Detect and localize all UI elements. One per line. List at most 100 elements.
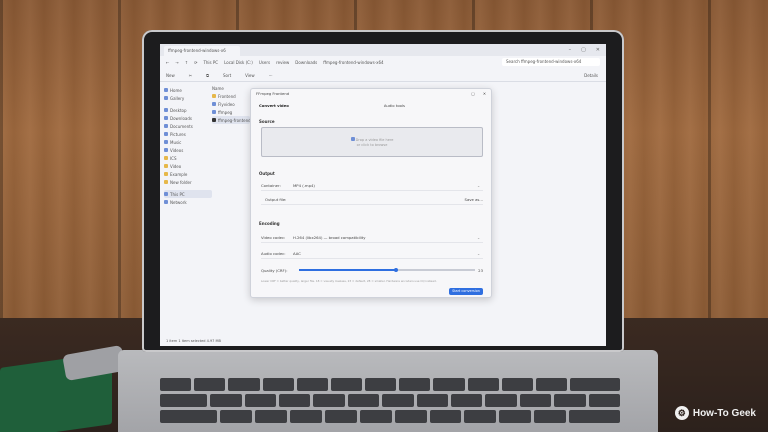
sidebar-item[interactable]: Network xyxy=(164,198,212,206)
refresh-icon[interactable]: ⟳ xyxy=(194,60,197,65)
quality-value: 23 xyxy=(478,267,483,273)
sidebar-item-label: Video xyxy=(170,163,182,169)
minimize-icon[interactable]: – xyxy=(569,47,572,53)
sidebar-item-label: This PC xyxy=(170,191,185,197)
sidebar-item[interactable]: Music xyxy=(164,138,212,146)
folder-icon xyxy=(164,164,168,168)
pictures-icon xyxy=(164,132,168,136)
ffmpeg-dialog: FFmpeg Frontend ▢ ✕ Convert video Audio … xyxy=(250,88,492,298)
navigation-pane: Home Gallery Desktop Downloads Documents Pict… xyxy=(164,86,212,206)
container-select[interactable]: Container: MP4 (.mp4) ⌄ xyxy=(261,181,483,191)
forward-icon[interactable]: → xyxy=(175,60,178,65)
tab-audio-tools[interactable]: Audio tools xyxy=(384,103,405,108)
folder-icon xyxy=(212,94,216,98)
up-icon[interactable]: ↑ xyxy=(185,60,188,65)
breadcrumb-item[interactable]: Local Disk (C:) xyxy=(224,60,253,65)
sidebar-item[interactable]: Video xyxy=(164,162,212,170)
howtogeek-logo-icon: ⚙ xyxy=(674,406,689,420)
list-item[interactable]: ffmpeg xyxy=(212,108,250,116)
sidebar-item[interactable]: ICS xyxy=(164,154,212,162)
sidebar-item[interactable]: This PC xyxy=(164,190,212,198)
video-codec-label: Video codec: xyxy=(261,235,286,240)
quality-label: Quality (CRF): xyxy=(261,267,288,273)
sidebar-item-label: Home xyxy=(170,87,182,93)
file-icon xyxy=(212,110,216,114)
document-icon xyxy=(164,124,168,128)
container-label: Container: xyxy=(261,183,281,188)
computer-icon xyxy=(164,192,168,196)
tab-convert-video[interactable]: Convert video xyxy=(259,103,289,108)
quality-row: Quality (CRF): 23 xyxy=(261,265,483,275)
close-icon[interactable]: ✕ xyxy=(596,47,600,53)
close-icon[interactable]: ✕ xyxy=(483,91,486,96)
breadcrumb-item[interactable]: Users xyxy=(259,60,270,65)
explorer-search-input[interactable]: Search ffmpeg-frontend-windows-x64 xyxy=(502,58,600,66)
start-conversion-button[interactable]: Start conversion xyxy=(449,288,483,295)
network-icon xyxy=(164,200,168,204)
maximize-icon[interactable]: ▢ xyxy=(581,47,586,53)
sidebar-item-label: ICS xyxy=(170,155,177,161)
folder-icon xyxy=(164,156,168,160)
chevron-down-icon: ⌄ xyxy=(477,235,481,240)
video-codec-select[interactable]: Video codec: H.264 (libx264) — broad com… xyxy=(261,233,483,243)
sidebar-item[interactable]: Desktop xyxy=(164,106,212,114)
folder-icon xyxy=(164,180,168,184)
sidebar-item-label: Network xyxy=(170,199,187,205)
laptop-screen: ffmpeg-frontend-windows-x6 – ▢ ✕ ← → ↑ ⟳… xyxy=(160,44,606,346)
window-controls: – ▢ ✕ xyxy=(569,47,600,53)
source-dropzone[interactable]: Drop a video file here or click to brows… xyxy=(261,127,483,157)
sidebar-item[interactable]: Pictures xyxy=(164,130,212,138)
sidebar-item-label: Gallery xyxy=(170,95,185,101)
breadcrumb-item[interactable]: This PC xyxy=(203,60,218,65)
breadcrumb-item[interactable]: review xyxy=(276,60,289,65)
sidebar-item[interactable]: Home xyxy=(164,86,212,94)
save-as-button[interactable]: Save as... xyxy=(465,197,483,202)
quality-slider[interactable] xyxy=(299,267,475,272)
sidebar-item-label: Desktop xyxy=(170,107,187,113)
container-value: MP4 (.mp4) xyxy=(293,183,315,188)
output-file-row: Output file: Save as... xyxy=(261,195,483,205)
status-bar: 1 item 1 item selected 4.97 MB xyxy=(166,339,221,343)
keyboard xyxy=(160,378,620,432)
output-file-label: Output file: xyxy=(265,197,287,202)
list-item-selected[interactable]: ffmpeg-frontend xyxy=(212,116,251,124)
explorer-tab[interactable]: ffmpeg-frontend-windows-x6 xyxy=(164,46,240,56)
maximize-icon[interactable]: ▢ xyxy=(471,91,475,96)
sidebar-item-label: Pictures xyxy=(170,131,186,137)
sidebar-item[interactable]: Downloads xyxy=(164,114,212,122)
sidebar-item-label: Downloads xyxy=(170,115,192,121)
breadcrumb-item[interactable]: Downloads xyxy=(295,60,317,65)
video-codec-value: H.264 (libx264) — broad compatibility xyxy=(293,235,366,240)
desktop-icon xyxy=(164,108,168,112)
list-item[interactable]: Frontend xyxy=(212,92,250,100)
sidebar-item[interactable]: Documents xyxy=(164,122,212,130)
file-icon xyxy=(350,137,355,141)
sidebar-item-label: Example xyxy=(170,171,188,177)
sidebar-item[interactable]: Example xyxy=(164,170,212,178)
file-icon xyxy=(212,102,216,106)
audio-codec-label: Audio codec: xyxy=(261,251,286,256)
command-bar: New ✂ ⧉ Sort View ··· xyxy=(160,70,606,82)
back-icon[interactable]: ← xyxy=(166,60,169,65)
copy-icon[interactable]: ⧉ xyxy=(206,73,209,78)
list-item[interactable]: Flyvideo xyxy=(212,100,250,108)
audio-codec-select[interactable]: Audio codec: AAC ⌄ xyxy=(261,249,483,259)
quality-slider-thumb[interactable] xyxy=(393,267,398,272)
sidebar-item[interactable]: Gallery xyxy=(164,94,212,102)
sidebar-item[interactable]: Videos xyxy=(164,146,212,154)
audio-codec-value: AAC xyxy=(293,251,301,256)
sort-button[interactable]: Sort xyxy=(223,73,231,78)
download-icon xyxy=(164,116,168,120)
file-list: Name Frontend Flyvideo ffmpeg ffmpeg-fro… xyxy=(212,84,251,124)
sidebar-item-label: New folder xyxy=(170,179,192,185)
view-button[interactable]: View xyxy=(245,73,255,78)
folder-icon xyxy=(164,172,168,176)
more-button[interactable]: ··· xyxy=(269,73,273,78)
details-button[interactable]: Details xyxy=(584,73,598,78)
breadcrumb-item[interactable]: ffmpeg-frontend-windows-x64 xyxy=(323,60,383,65)
sidebar-item[interactable]: New folder xyxy=(164,178,212,186)
new-button[interactable]: New xyxy=(166,73,175,78)
file-list-header[interactable]: Name xyxy=(212,84,250,92)
cut-icon[interactable]: ✂ xyxy=(189,73,192,78)
sidebar-item-label: Videos xyxy=(170,147,184,153)
